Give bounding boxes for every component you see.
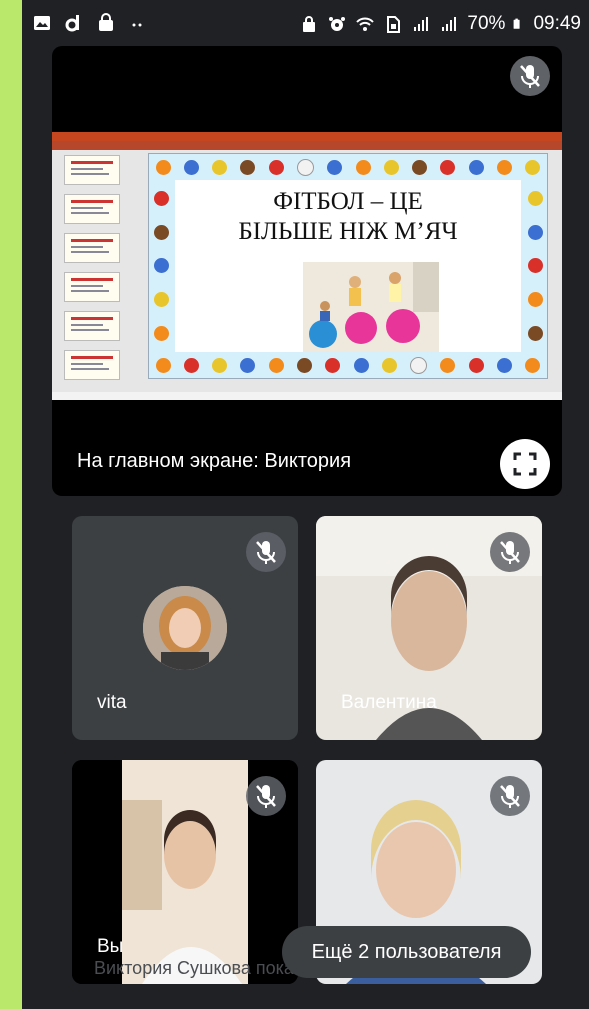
ppt-ribbon bbox=[52, 141, 562, 150]
participant-tile-valentina[interactable]: Валентина bbox=[316, 516, 542, 740]
main-stage[interactable]: ФІТБОЛ – ЦЕ БІЛЬШЕ НІЖ М’ЯЧ На главном э… bbox=[52, 46, 562, 496]
avatar bbox=[143, 586, 227, 670]
more-participants-button[interactable]: Ещё 2 пользователя bbox=[282, 926, 531, 978]
sim-icon bbox=[387, 16, 401, 33]
shopping-bag-icon bbox=[99, 13, 113, 31]
mic-off-icon bbox=[246, 532, 286, 572]
participant-name: vita bbox=[97, 692, 127, 713]
mic-off-icon bbox=[490, 532, 530, 572]
slide-thumbnails bbox=[58, 155, 122, 387]
shared-screen: ФІТБОЛ – ЦЕ БІЛЬШЕ НІЖ М’ЯЧ bbox=[52, 132, 562, 400]
meet-screen: 70% 09:49 ФІТБОЛ – ЦЕ БІЛЬШЕ НІЖ М’ЯЧ На… bbox=[22, 0, 589, 1009]
bottom-strip bbox=[22, 996, 589, 1009]
participant-name: Валентина bbox=[341, 692, 437, 713]
slide-thumbnail bbox=[64, 272, 120, 302]
fitball-photo bbox=[303, 262, 439, 352]
battery-percent: 70% bbox=[467, 13, 506, 34]
ppt-title-bar bbox=[52, 132, 562, 141]
slide-title-line2: БІЛЬШЕ НІЖ М’ЯЧ bbox=[238, 218, 458, 245]
slide-thumbnail bbox=[64, 194, 120, 224]
ball-border-bottom bbox=[149, 354, 547, 376]
fullscreen-button[interactable] bbox=[500, 439, 550, 489]
slide-thumbnail bbox=[64, 350, 120, 380]
participant-tile-vita[interactable]: vita bbox=[72, 516, 298, 740]
signal-icon bbox=[442, 17, 457, 31]
mic-off-icon bbox=[246, 776, 286, 816]
more-dots-icon bbox=[132, 23, 142, 27]
current-slide: ФІТБОЛ – ЦЕ БІЛЬШЕ НІЖ М’ЯЧ bbox=[148, 153, 548, 379]
fullscreen-icon bbox=[513, 452, 537, 476]
ball-border-left bbox=[153, 182, 169, 350]
wifi-call-icon bbox=[356, 17, 375, 31]
lock-icon bbox=[303, 16, 316, 32]
mic-off-icon bbox=[510, 56, 550, 96]
main-stage-label: На главном экране: Виктория bbox=[77, 450, 352, 472]
ball-border-right bbox=[527, 182, 543, 350]
signal-icon bbox=[414, 17, 429, 31]
ppt-status-bar bbox=[52, 392, 562, 400]
mic-off-icon bbox=[490, 776, 530, 816]
slide-thumbnail bbox=[64, 311, 120, 341]
participant-name: Вы bbox=[97, 936, 124, 957]
ppt-workspace: ФІТБОЛ – ЦЕ БІЛЬШЕ НІЖ М’ЯЧ bbox=[52, 150, 562, 392]
battery-icon bbox=[514, 18, 521, 29]
participant-tile-self[interactable]: Вы bbox=[72, 760, 298, 984]
slide-title-line1: ФІТБОЛ – ЦЕ bbox=[273, 188, 423, 215]
clock: 09:49 bbox=[533, 13, 581, 34]
slide-content: ФІТБОЛ – ЦЕ БІЛЬШЕ НІЖ М’ЯЧ bbox=[175, 180, 521, 352]
d-app-icon bbox=[65, 15, 79, 32]
gallery-icon bbox=[34, 16, 50, 30]
slide-thumbnail bbox=[64, 155, 120, 185]
alarm-icon bbox=[329, 17, 346, 31]
status-bar: 70% 09:49 bbox=[22, 0, 589, 50]
ball-border-top bbox=[149, 156, 547, 178]
slide-thumbnail bbox=[64, 233, 120, 263]
